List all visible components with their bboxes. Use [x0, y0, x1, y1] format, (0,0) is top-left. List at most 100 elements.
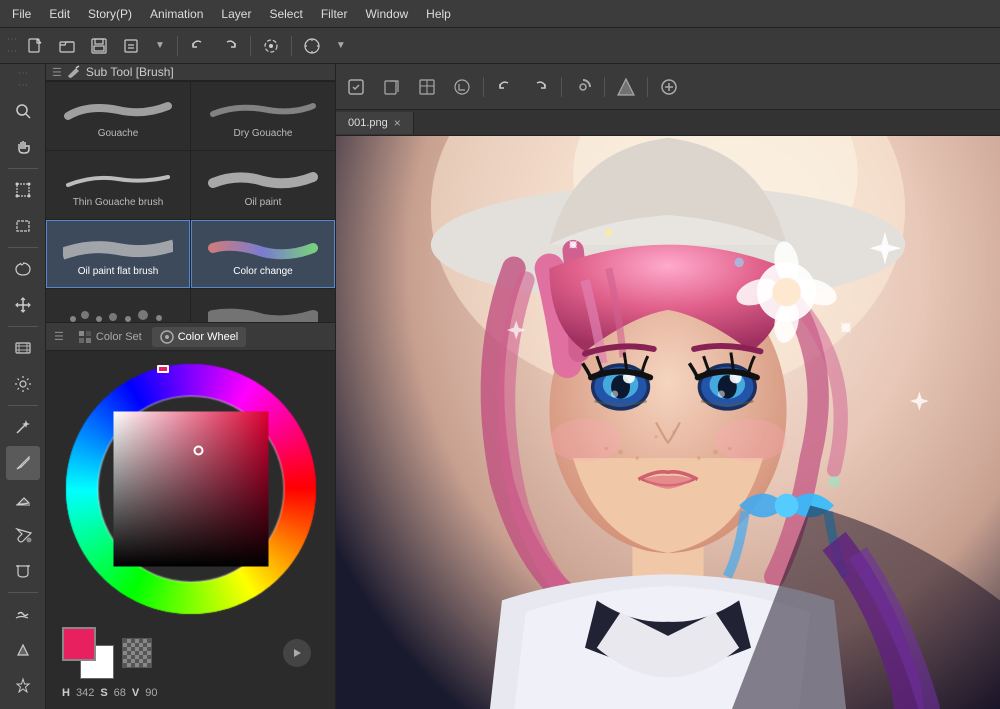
zoom-tool-button[interactable]: [6, 94, 40, 128]
sat-label: S: [100, 687, 107, 699]
brush-dry-gouache[interactable]: Dry Gouache: [191, 82, 335, 150]
brush-gouache[interactable]: Gouache: [46, 82, 190, 150]
gradient-button[interactable]: [6, 633, 40, 667]
canvas-tab-close-button[interactable]: ×: [394, 116, 401, 130]
brush-gouache-blender[interactable]: Gouache blender: [191, 289, 335, 322]
tool-sep-2: [8, 247, 38, 248]
brush-thin-gouache[interactable]: Thin Gouache brush: [46, 151, 190, 219]
illustration-svg: [336, 136, 1000, 709]
brush-grid: Gouache Dry Gouache Thin Gouache brush: [46, 82, 335, 322]
color-picker-toolbar-button[interactable]: [298, 32, 326, 60]
color-dropdown[interactable]: ▼: [330, 38, 352, 53]
val-value: 90: [145, 687, 157, 699]
undo-button[interactable]: [184, 32, 212, 60]
tool-sep-3: [8, 326, 38, 327]
menu-window[interactable]: Window: [357, 4, 416, 24]
toolbar: ⋮⋮ ▼ ▼: [0, 28, 1000, 64]
brush-oil-paint[interactable]: Oil paint: [191, 151, 335, 219]
transparent-swatch[interactable]: [122, 638, 152, 668]
brush-color-change[interactable]: Color change: [191, 220, 335, 288]
tool-sep-1: [8, 168, 38, 169]
canvas-area: 001.png ×: [336, 110, 1000, 709]
toolbar-separator-1: [177, 36, 178, 56]
bucket-button[interactable]: [6, 554, 40, 588]
animation-button[interactable]: [6, 331, 40, 365]
menu-select[interactable]: Select: [261, 4, 310, 24]
canvas-extra-button[interactable]: [653, 71, 685, 103]
canvas-sep-3: [604, 77, 605, 97]
spinner-button[interactable]: [257, 32, 285, 60]
menu-bar: File Edit Story(P) Animation Layer Selec…: [0, 0, 1000, 28]
brush-panel: ☰ Sub Tool [Brush] Waterc... Realisti...…: [46, 64, 336, 322]
redo-canvas-button[interactable]: [524, 71, 556, 103]
color-square[interactable]: [113, 412, 268, 567]
canvas-sep-2: [561, 77, 562, 97]
menu-animation[interactable]: Animation: [142, 4, 211, 24]
redo-button[interactable]: [216, 32, 244, 60]
color-wheel-area: H 342 S 68 V 90: [46, 351, 335, 709]
open-button[interactable]: [53, 32, 81, 60]
canvas-image: [336, 136, 1000, 709]
loading-button[interactable]: [567, 71, 599, 103]
val-label: V: [132, 687, 139, 699]
color-wheel-container[interactable]: [61, 359, 321, 619]
tab-color-wheel[interactable]: Color Wheel: [152, 327, 247, 347]
canvas-sep-1: [483, 77, 484, 97]
canvas-icon-1[interactable]: [376, 71, 408, 103]
menu-edit[interactable]: Edit: [41, 4, 78, 24]
color-square-cursor: [193, 445, 203, 455]
star-button[interactable]: [6, 669, 40, 703]
brush-menu-icon[interactable]: ☰: [52, 66, 62, 79]
move-button[interactable]: [6, 288, 40, 322]
eraser-button[interactable]: [6, 482, 40, 516]
brush-panel-title: Sub Tool [Brush]: [86, 65, 174, 79]
left-panel-grip: ⋮⋮: [17, 68, 28, 92]
export-button[interactable]: [117, 32, 145, 60]
brush-pointillism[interactable]: Pointillism: [46, 289, 190, 322]
menu-story[interactable]: Story(P): [80, 4, 140, 24]
lasso-button[interactable]: [6, 252, 40, 286]
foreground-color-swatch[interactable]: [62, 627, 96, 661]
main-layout: ⋮⋮: [0, 64, 1000, 709]
sub-tool-icon-1[interactable]: [340, 71, 372, 103]
magic-wand-button[interactable]: [6, 410, 40, 444]
tab-color-set[interactable]: Color Set: [70, 327, 150, 347]
sat-value: 68: [114, 687, 126, 699]
transform-tool-button[interactable]: [6, 173, 40, 207]
canvas-icon-3[interactable]: [446, 71, 478, 103]
menu-layer[interactable]: Layer: [213, 4, 259, 24]
menu-filter[interactable]: Filter: [313, 4, 356, 24]
tool-sep-4: [8, 405, 38, 406]
settings-tool-button[interactable]: [6, 367, 40, 401]
brush-panel-header: ☰ Sub Tool [Brush]: [46, 64, 335, 81]
color-tabs: ☰ Color Set Color Wheel: [46, 323, 335, 351]
select-rect-button[interactable]: [6, 209, 40, 243]
toolbar-separator-3: [291, 36, 292, 56]
canvas-filename: 001.png: [348, 117, 388, 129]
tool-sep-5: [8, 592, 38, 593]
canvas-tab-bar: 001.png ×: [336, 110, 1000, 136]
canvas-color-button[interactable]: [610, 71, 642, 103]
blend-button[interactable]: [6, 597, 40, 631]
play-button[interactable]: [283, 639, 311, 667]
undo-canvas-button[interactable]: [489, 71, 521, 103]
canvas-sep-4: [647, 77, 648, 97]
save-button[interactable]: [85, 32, 113, 60]
canvas-icon-2[interactable]: [411, 71, 443, 103]
toolbar-separator-2: [250, 36, 251, 56]
brush-oil-paint-flat[interactable]: Oil paint flat brush: [46, 220, 190, 288]
hue-label: H: [62, 687, 70, 699]
pen-tool-button[interactable]: [6, 446, 40, 480]
canvas-tab-001[interactable]: 001.png ×: [336, 112, 414, 134]
toolbar-dropdown[interactable]: ▼: [149, 38, 171, 53]
new-document-button[interactable]: [21, 32, 49, 60]
hand-tool-button[interactable]: [6, 130, 40, 164]
menu-file[interactable]: File: [4, 4, 39, 24]
toolbar-grip: ⋮⋮: [6, 34, 17, 58]
color-menu-icon[interactable]: ☰: [50, 328, 68, 345]
menu-help[interactable]: Help: [418, 4, 459, 24]
hue-value: 342: [76, 687, 94, 699]
fill-button[interactable]: [6, 518, 40, 552]
left-tool-panel: ⋮⋮: [0, 64, 46, 709]
color-swatches: [62, 627, 114, 679]
